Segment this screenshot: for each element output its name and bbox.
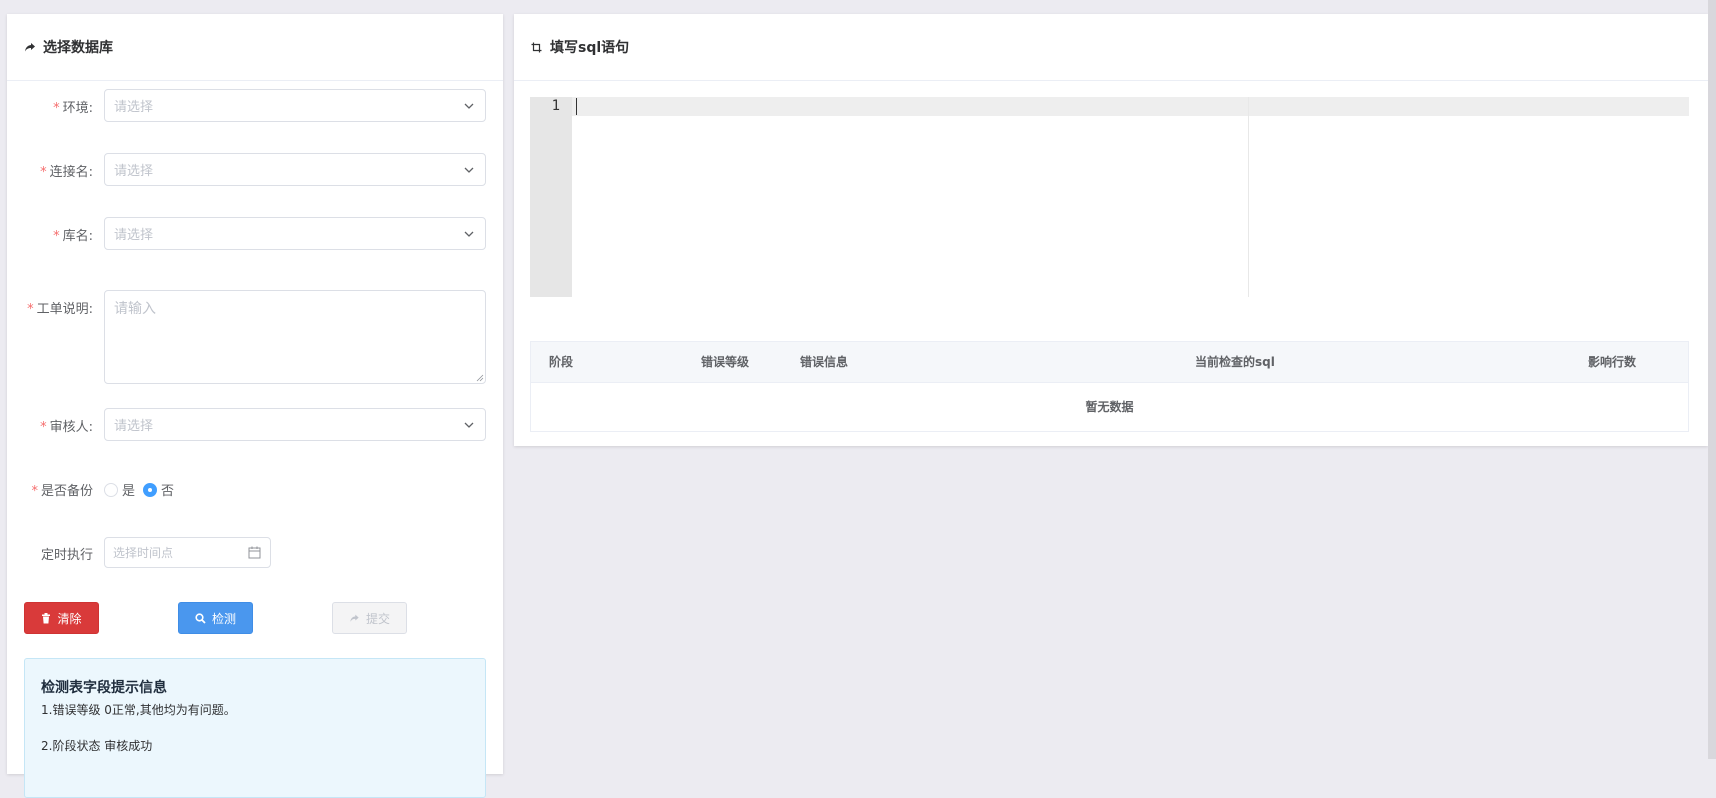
table-header: 阶段 错误等级 错误信息 当前检查的sql 影响行数: [531, 342, 1688, 383]
trash-icon: [42, 612, 51, 623]
description-textarea[interactable]: 请输入: [104, 290, 486, 384]
left-panel-title: 选择数据库: [43, 40, 113, 56]
database-placeholder: 请选择: [114, 228, 154, 243]
column-header-error-level: 错误等级: [701, 355, 750, 369]
line-number: 1: [551, 98, 560, 114]
reviewer-placeholder: 请选择: [114, 419, 154, 434]
reviewer-label: * 审核人:: [40, 420, 93, 435]
database-select-panel: 选择数据库 * 环境: 请选择 * 连接名: 请选择 * 库名: 请选择 * 工单说明:…: [7, 14, 503, 798]
column-header-current-sql: 当前检查的sql: [1195, 355, 1275, 369]
left-panel-header: 选择数据库: [7, 14, 503, 81]
share-arrow-icon: [24, 40, 38, 54]
table-empty-text: 暂无数据: [1085, 400, 1134, 414]
calendar-icon: [248, 546, 261, 559]
resize-handle-icon[interactable]: [476, 374, 484, 382]
database-select[interactable]: 请选择: [104, 217, 486, 250]
info-title: 检测表字段提示信息: [41, 680, 167, 696]
chevron-down-icon: [464, 167, 474, 173]
column-header-error-info: 错误信息: [800, 355, 849, 369]
page-scrollbar[interactable]: [1708, 0, 1716, 759]
connection-row: * 连接名: 请选择: [7, 153, 503, 186]
description-label: * 工单说明:: [27, 302, 93, 317]
text-cursor: [576, 98, 577, 115]
right-panel-title: 填写sql语句: [550, 40, 630, 56]
backup-row: * 是否备份 是 否: [7, 478, 503, 499]
submit-button[interactable]: 提交: [332, 602, 407, 634]
reviewer-select[interactable]: 请选择: [104, 408, 486, 441]
connection-placeholder: 请选择: [114, 164, 154, 179]
clear-button[interactable]: 清除: [24, 602, 99, 634]
env-label: * 环境:: [53, 101, 93, 116]
check-button[interactable]: 检测: [178, 602, 253, 634]
column-header-affected-rows: 影响行数: [1588, 355, 1637, 369]
info-line-2: 2.阶段状态 审核成功: [41, 739, 153, 753]
right-panel-header: 填写sql语句: [514, 14, 1708, 81]
connection-label: * 连接名:: [40, 165, 93, 180]
schedule-placeholder: 选择时间点: [113, 546, 174, 560]
print-margin: [1248, 97, 1249, 297]
backup-radio-group: 是 否: [104, 480, 182, 499]
description-placeholder: 请输入: [114, 301, 156, 317]
chevron-down-icon: [464, 231, 474, 237]
search-icon: [195, 612, 206, 624]
sql-input-panel: 填写sql语句 1 阶段 错误等级 错误信息 当前检查的sql 影响行数 暂无数…: [514, 14, 1708, 446]
editor-gutter: 1: [530, 97, 572, 297]
env-row: * 环境: 请选择: [7, 89, 503, 122]
schedule-label: 定时执行: [40, 548, 93, 563]
radio-unchecked-icon: [104, 482, 118, 497]
database-row: * 库名: 请选择: [7, 217, 503, 250]
field-check-info-alert: 检测表字段提示信息 1.错误等级 0正常,其他均为有问题。 2.阶段状态 审核成…: [24, 658, 486, 798]
backup-no-radio[interactable]: 否: [143, 480, 174, 499]
env-select[interactable]: 请选择: [104, 89, 486, 122]
schedule-datetime-picker[interactable]: 选择时间点: [104, 537, 271, 568]
share-arrow-icon: [350, 614, 359, 622]
sql-code-editor[interactable]: 1: [530, 97, 1689, 297]
active-line-highlight: [572, 97, 1689, 116]
crop-icon: [531, 40, 545, 54]
database-label: * 库名:: [53, 229, 93, 244]
chevron-down-icon: [464, 422, 474, 428]
check-result-table: 阶段 错误等级 错误信息 当前检查的sql 影响行数 暂无数据: [530, 341, 1689, 432]
backup-yes-radio[interactable]: 是: [104, 480, 135, 499]
env-placeholder: 请选择: [114, 100, 154, 115]
column-header-stage: 阶段: [549, 355, 574, 369]
info-line-1: 1.错误等级 0正常,其他均为有问题。: [41, 703, 236, 717]
backup-label: * 是否备份: [31, 484, 93, 499]
description-row: * 工单说明: 请输入: [7, 290, 503, 384]
chevron-down-icon: [464, 103, 474, 109]
reviewer-row: * 审核人: 请选择: [7, 408, 503, 441]
radio-checked-icon: [143, 482, 158, 497]
connection-select[interactable]: 请选择: [104, 153, 486, 186]
schedule-row: 定时执行 选择时间点: [7, 537, 503, 568]
